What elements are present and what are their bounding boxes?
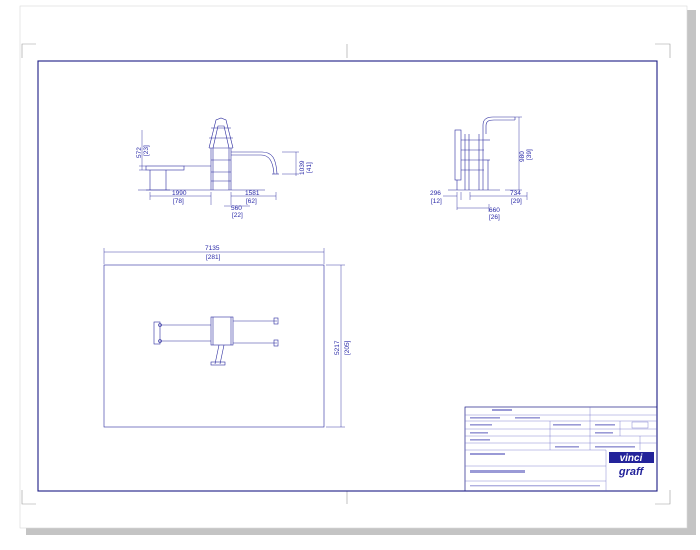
dim-980: 980 (519, 151, 526, 162)
dim-1990-in: [78] (173, 198, 184, 205)
logo-line1: vinci (620, 453, 643, 464)
dim-1039: 1039 (299, 160, 306, 175)
dim-734-in: [29] (511, 198, 522, 205)
dim-572: 572 (136, 147, 143, 158)
logo-line2: graff (618, 466, 645, 478)
dim-1039-in: [41] (306, 162, 313, 173)
dim-7135: 7135 (205, 245, 220, 252)
dim-560: 560 (231, 205, 242, 212)
sheet-paper (19, 5, 688, 529)
dim-1581: 1581 (245, 190, 260, 197)
dim-296-in: [12] (431, 198, 442, 205)
dim-1990: 1990 (172, 190, 187, 197)
dim-7135-in: [281] (206, 254, 221, 261)
dim-5217-in: [205] (344, 340, 351, 355)
dim-660: 660 (489, 207, 500, 214)
dim-560-in: [22] (232, 212, 243, 219)
dim-572-in: [23] (143, 145, 150, 156)
dim-1581-in: [62] (246, 198, 257, 205)
dim-296: 296 (430, 190, 441, 197)
dim-980-in: [39] (526, 149, 533, 160)
dim-5217: 5217 (334, 340, 341, 355)
dim-660-in: [26] (489, 214, 500, 221)
technical-drawing-sheet: 572 [23] 1039 [41] 1990 [78] 1581 [62] 5… (19, 5, 696, 535)
dim-734: 734 (510, 190, 521, 197)
